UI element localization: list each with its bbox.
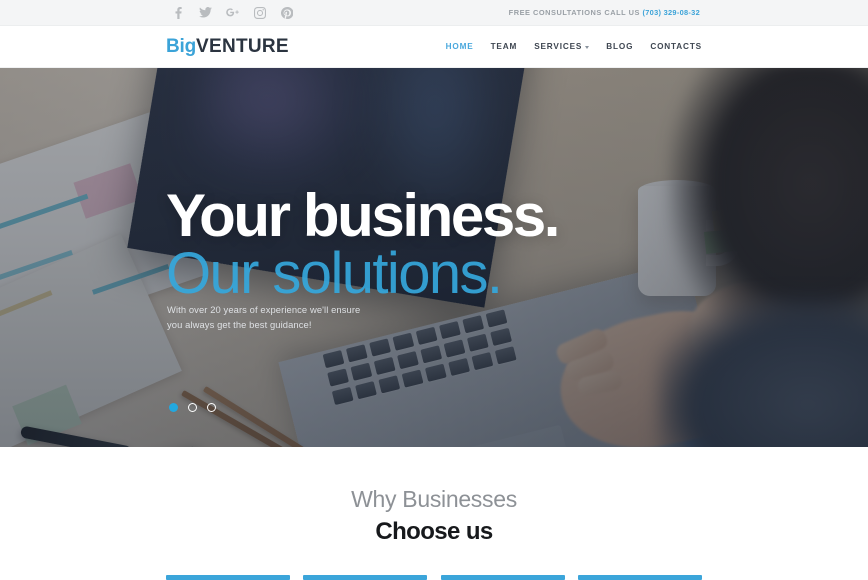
section-heading-line1: Why Businesses [351,486,517,512]
nav-label-services: SERVICES [534,42,583,51]
feature-cards-row [166,574,702,580]
social-links [166,6,293,19]
nav-item-team[interactable]: TEAM [491,42,518,51]
site-header: BigVENTURE HOME TEAM SERVICES BLOG CONTA… [0,26,868,68]
page-title: Choose us [375,517,493,545]
phone-number-link[interactable]: (703) 329-08-32 [642,8,700,17]
google-plus-icon[interactable] [226,6,239,19]
feature-card[interactable] [166,574,290,580]
slider-dot-3[interactable] [207,403,216,412]
hero-title: Your business. [166,182,560,249]
feature-card[interactable] [577,574,702,580]
logo-text-secondary: VENTURE [196,36,289,57]
hero-slider: Your business. Our solutions. With over … [0,68,868,447]
site-logo[interactable]: BigVENTURE [166,37,289,56]
slider-dot-1[interactable] [169,403,178,412]
contact-prefix-label: FREE CONSULTATIONS CALL US [508,8,640,17]
nav-label-contacts: CONTACTS [650,42,702,51]
header-inner: BigVENTURE HOME TEAM SERVICES BLOG CONTA… [166,37,702,56]
twitter-icon[interactable] [199,6,212,19]
chevron-down-icon [585,45,590,49]
nav-label-team: TEAM [490,42,518,51]
hero-subtitle: Our solutions. [166,241,503,306]
top-bar-inner: FREE CONSULTATIONS CALL US (703) 329-08-… [166,0,702,25]
why-choose-us-section: Why Businesses Choose us [0,447,868,580]
main-navigation: HOME TEAM SERVICES BLOG CONTACTS [446,42,702,51]
page-root: FREE CONSULTATIONS CALL US (703) 329-08-… [0,0,868,580]
facebook-icon[interactable] [172,6,185,19]
hero-description: With over 20 years of experience we'll e… [167,304,361,330]
slider-dot-2[interactable] [188,403,197,412]
pinterest-icon[interactable] [280,6,293,19]
slider-pagination [169,403,216,412]
nav-item-home[interactable]: HOME [446,42,474,51]
contact-info: FREE CONSULTATIONS CALL US (703) 329-08-… [509,8,702,17]
section-heading: Why Businesses Choose us [166,485,702,547]
instagram-icon[interactable] [253,6,266,19]
feature-card[interactable] [303,574,428,580]
nav-label-blog: BLOG [606,42,634,51]
logo-text-primary: Big [166,36,197,57]
hero-inner: Your business. Our solutions. With over … [166,68,702,447]
nav-item-services[interactable]: SERVICES [534,42,590,51]
nav-label-home: HOME [445,42,474,51]
nav-item-contacts[interactable]: CONTACTS [650,42,702,51]
hero-content: Your business. Our solutions. With over … [0,68,868,447]
feature-card[interactable] [440,574,565,580]
top-bar: FREE CONSULTATIONS CALL US (703) 329-08-… [0,0,868,26]
nav-item-blog[interactable]: BLOG [606,42,633,51]
